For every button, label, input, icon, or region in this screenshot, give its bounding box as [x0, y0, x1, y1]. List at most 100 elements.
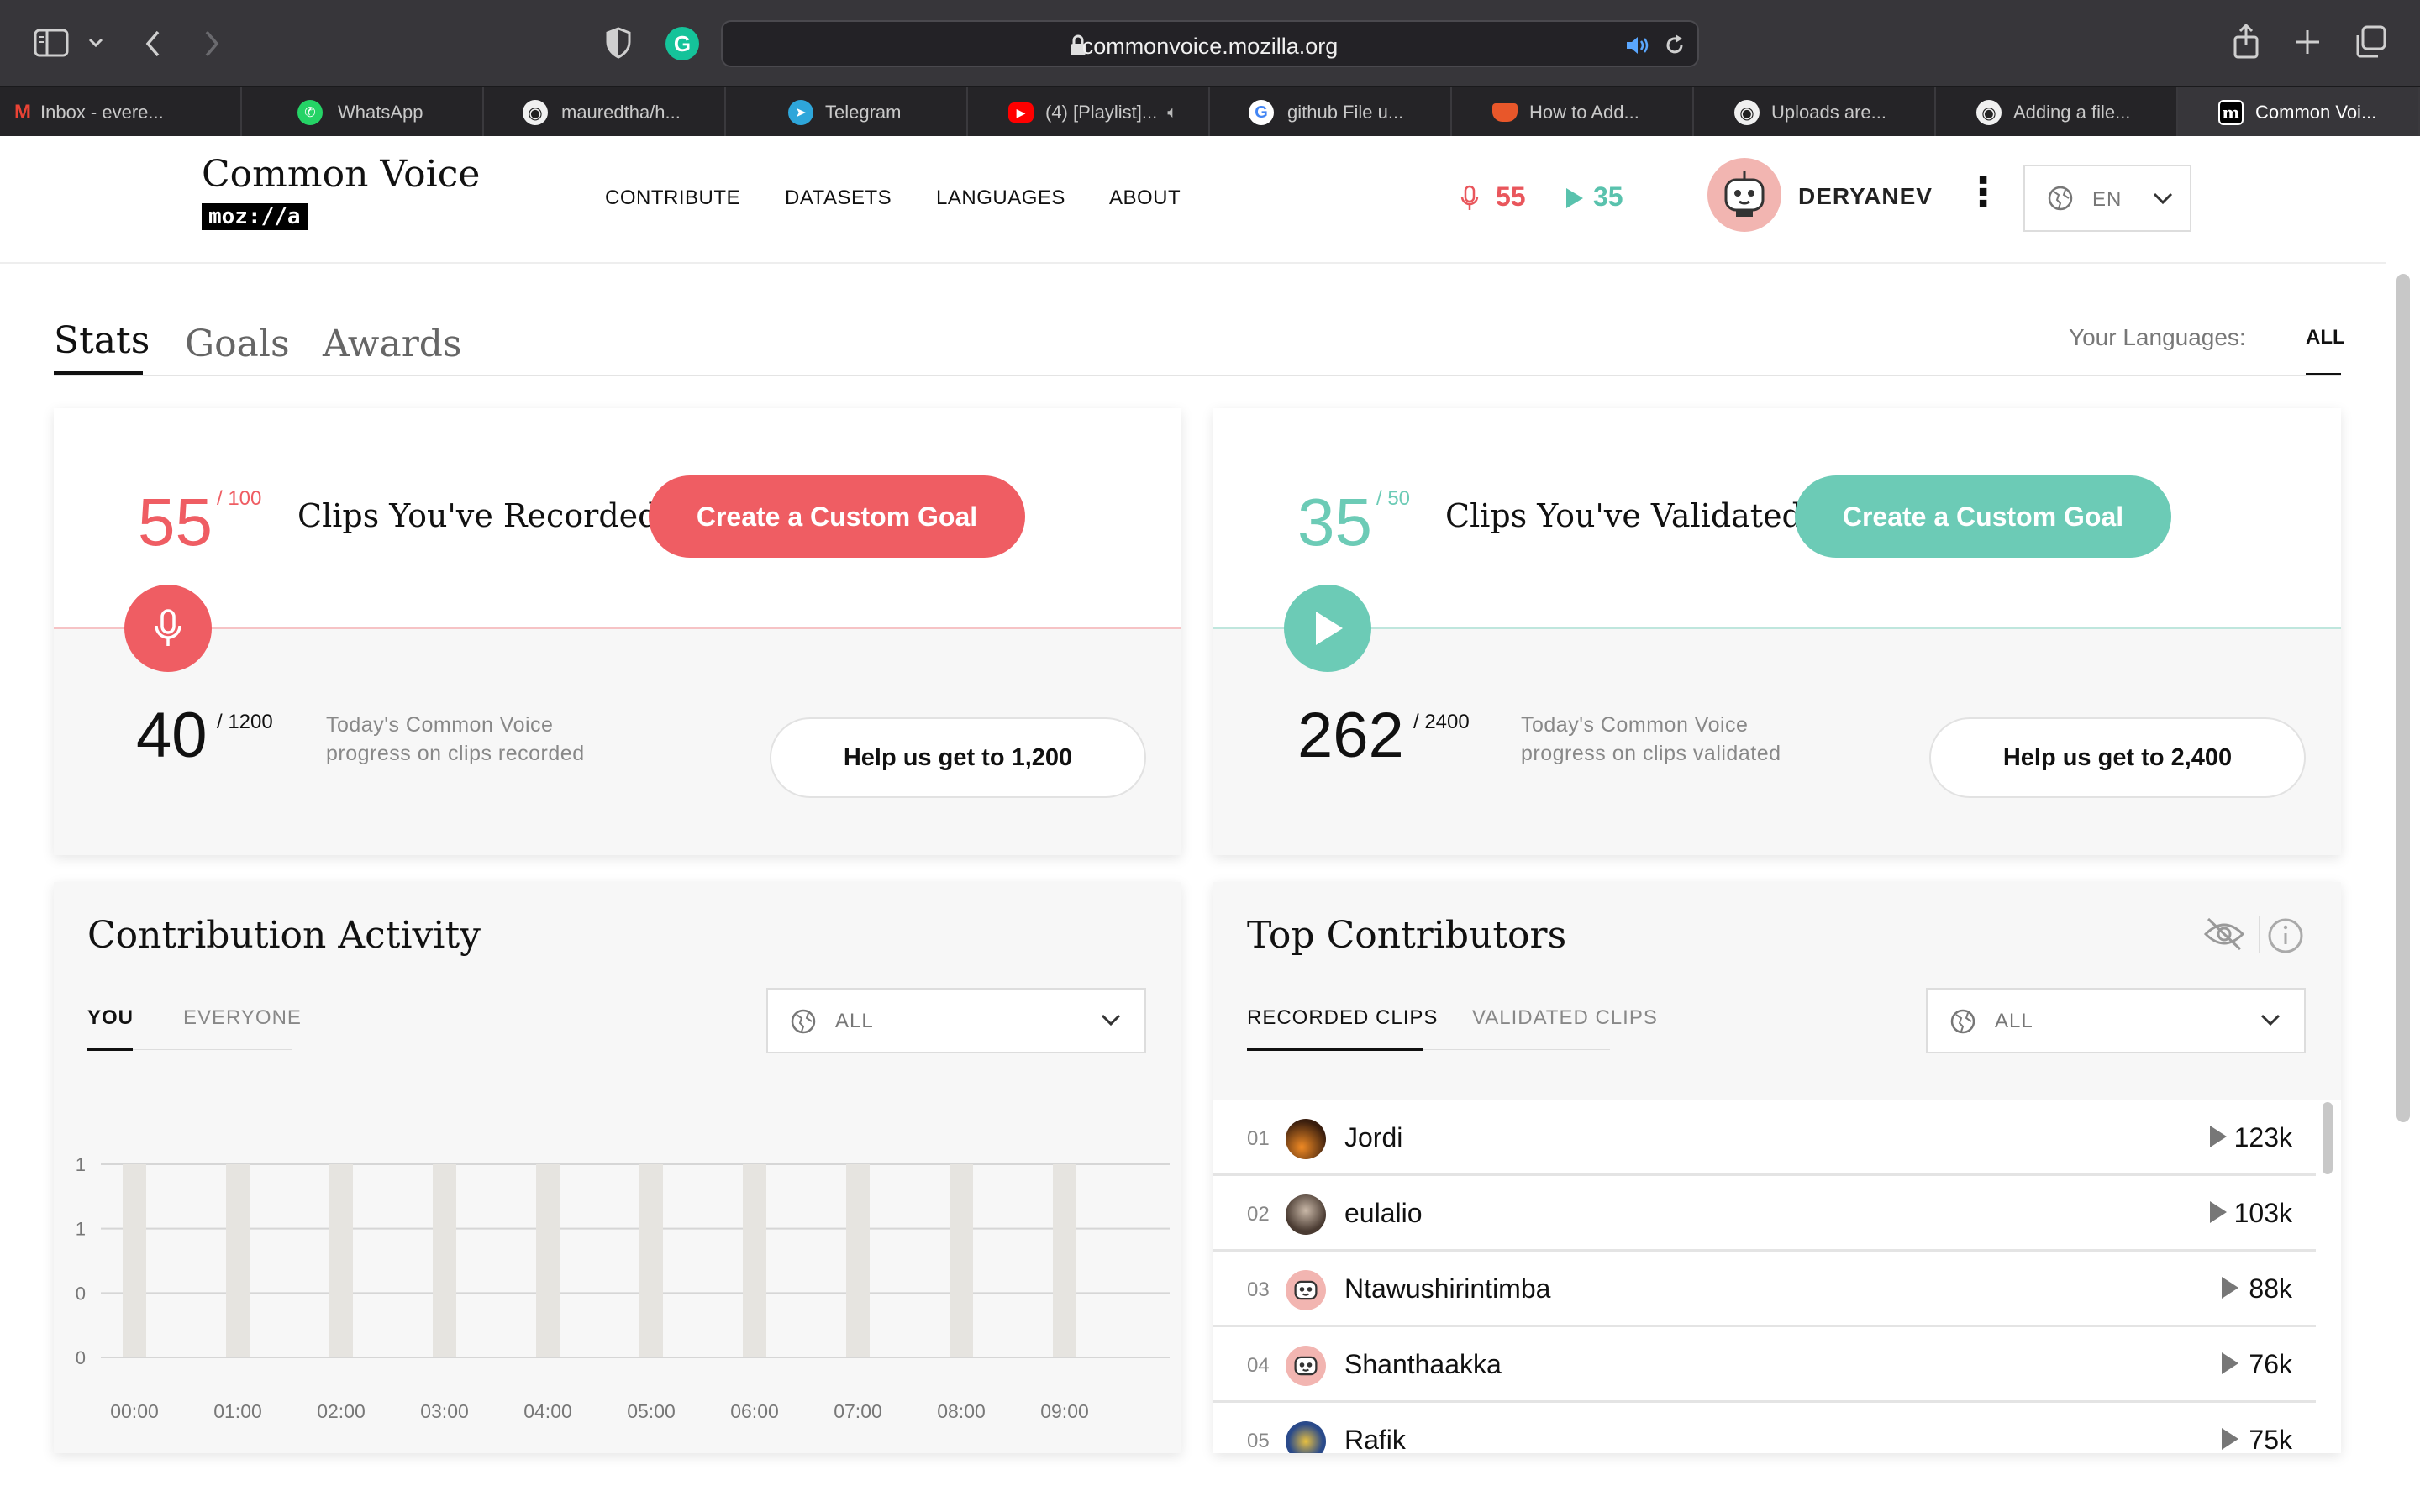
tab-validated-clips[interactable]: VALIDATED CLIPS [1472, 1006, 1658, 1030]
chart-bar [329, 1164, 353, 1357]
mozilla-logo[interactable]: moz://a [202, 203, 308, 230]
validated-goal-title: Clips You've Validated [1445, 497, 1802, 534]
gmail-icon: M [14, 101, 31, 123]
new-tab-icon[interactable] [2294, 29, 2321, 55]
tab-whatsapp[interactable]: ✆ WhatsApp [242, 87, 484, 138]
tab-divider [133, 1049, 292, 1050]
tab-label: Adding a file... [2013, 102, 2131, 123]
tab-telegram[interactable]: ➤ Telegram [726, 87, 968, 138]
globe-icon [1950, 1009, 1975, 1034]
contribution-activity-card: Contribution Activity YOU EVERYONE ALL 1… [54, 882, 1181, 1453]
chevron-down-icon[interactable] [87, 37, 104, 49]
more-menu-icon[interactable]: ⋮ [1963, 173, 2003, 213]
speaker-icon[interactable]: 🔈︎ [1167, 103, 1177, 123]
nav-about[interactable]: ABOUT [1109, 186, 1181, 210]
contributor-row[interactable]: 04 Shanthaakka 76k [1213, 1327, 2316, 1403]
sidebar-toggle-icon[interactable] [34, 29, 69, 57]
language-select[interactable]: EN [2023, 165, 2191, 232]
x-tick-label: 03:00 [420, 1400, 469, 1422]
help-validated-button[interactable]: Help us get to 2,400 [1929, 717, 2306, 798]
microphone-icon [155, 609, 182, 646]
x-tick-label: 05:00 [627, 1400, 676, 1422]
contributor-count: 76k [2249, 1349, 2292, 1379]
username[interactable]: DERYANEV [1798, 183, 1933, 210]
tab-github-uploads[interactable]: ◉ Uploads are... [1694, 87, 1936, 138]
activity-language-select[interactable]: ALL [766, 988, 1146, 1053]
tab-recorded-clips[interactable]: RECORDED CLIPS [1247, 1006, 1438, 1030]
contributor-row[interactable]: 02 eulalio 103k [1213, 1176, 2316, 1252]
contributor-row[interactable]: 05 Rafik 75k [1213, 1403, 2316, 1453]
chart-bar [226, 1164, 250, 1357]
avatar[interactable] [1707, 158, 1781, 232]
recorded-goal-count: 55 [138, 485, 213, 559]
nav-languages[interactable]: LANGUAGES [936, 186, 1065, 210]
help-recorded-button[interactable]: Help us get to 1,200 [770, 717, 1146, 798]
today-recorded-target: / 1200 [217, 711, 273, 733]
tab-github-mauredtha[interactable]: ◉ mauredtha/h... [484, 87, 726, 138]
tab-google[interactable]: G github File u... [1210, 87, 1452, 138]
nav-contribute[interactable]: CONTRIBUTE [605, 186, 740, 210]
tab-you[interactable]: YOU [87, 1006, 134, 1030]
contributor-count: 75k [2249, 1425, 2292, 1453]
grammarly-icon[interactable]: G [666, 27, 699, 60]
tab-gmail[interactable]: M Inbox - evere... [0, 87, 242, 138]
share-icon[interactable] [2232, 24, 2260, 59]
contributor-name[interactable]: Ntawushirintimba [1344, 1273, 1550, 1305]
visibility-off-icon[interactable] [2203, 916, 2245, 953]
tab-awards[interactable]: Awards [323, 323, 461, 365]
list-scrollbar[interactable] [2323, 1102, 2333, 1174]
create-custom-goal-button[interactable]: Create a Custom Goal [1795, 475, 2171, 558]
globe-icon [791, 1009, 816, 1034]
contributor-row[interactable]: 01 Jordi 123k [1213, 1100, 2316, 1176]
tab-goals[interactable]: Goals [185, 323, 290, 365]
chart-bar [536, 1164, 560, 1357]
shield-icon[interactable] [605, 27, 632, 59]
contributor-name[interactable]: Jordi [1344, 1122, 1402, 1153]
address-bar[interactable]: commonvoice.mozilla.org [721, 20, 1699, 67]
record-button[interactable] [124, 585, 212, 672]
logo-title[interactable]: Common Voice [202, 153, 480, 196]
validate-button[interactable] [1284, 585, 1371, 672]
robot-avatar-icon [1286, 1346, 1326, 1386]
chart-bar [846, 1164, 870, 1357]
tab-label: Uploads are... [1771, 102, 1886, 123]
speaker-icon[interactable] [1625, 35, 1650, 55]
tab-stats[interactable]: Stats [54, 319, 150, 362]
play-icon [1566, 188, 1583, 208]
page-scrollbar[interactable] [2396, 274, 2410, 1122]
nav-datasets[interactable]: DATASETS [785, 186, 892, 210]
tab-everyone[interactable]: EVERYONE [183, 1006, 302, 1030]
reload-icon[interactable] [1664, 34, 1686, 57]
info-icon[interactable] [2267, 917, 2304, 954]
contributors-language-select[interactable]: ALL [1926, 988, 2306, 1053]
contributor-name[interactable]: Shanthaakka [1344, 1349, 1502, 1380]
progress-line [1213, 627, 2341, 629]
forward-icon[interactable] [202, 29, 222, 59]
activity-chart-svg: 1 1 0 0 00:00 01:00 02:00 03:00 04:00 05:00 06:00 0… [76, 1154, 1170, 1422]
play-icon [2210, 1201, 2227, 1223]
tab-how-to-add[interactable]: How to Add... [1452, 87, 1694, 138]
tab-common-voice[interactable]: m Common Voi... [2178, 87, 2420, 138]
create-custom-goal-button[interactable]: Create a Custom Goal [649, 475, 1025, 558]
cup-icon [1492, 103, 1518, 122]
tab-overview-icon[interactable] [2354, 25, 2388, 59]
active-tab-indicator [54, 371, 143, 375]
language-filter-all[interactable]: ALL [2306, 326, 2345, 349]
x-tick-label: 00:00 [110, 1400, 159, 1422]
contributor-count: 103k [2233, 1198, 2292, 1228]
contributor-row[interactable]: 03 Ntawushirintimba 88k [1213, 1252, 2316, 1327]
google-icon: G [1249, 100, 1274, 125]
contributor-avatar [1286, 1194, 1326, 1235]
contributor-count: 88k [2249, 1273, 2292, 1304]
language-value: EN [2092, 188, 2123, 211]
youtube-icon: ▶ [1008, 102, 1034, 123]
today-text-line: progress on clips recorded [326, 742, 585, 765]
tab-github-adding[interactable]: ◉ Adding a file... [1936, 87, 2178, 138]
x-tick-label: 08:00 [937, 1400, 986, 1422]
contributor-name[interactable]: eulalio [1344, 1198, 1423, 1229]
back-icon[interactable] [143, 29, 163, 59]
contributor-avatar [1286, 1421, 1326, 1453]
tab-youtube[interactable]: ▶ (4) [Playlist]... 🔈︎ [968, 87, 1210, 138]
tab-label: mauredtha/h... [561, 102, 681, 123]
contributor-name[interactable]: Rafik [1344, 1425, 1406, 1453]
